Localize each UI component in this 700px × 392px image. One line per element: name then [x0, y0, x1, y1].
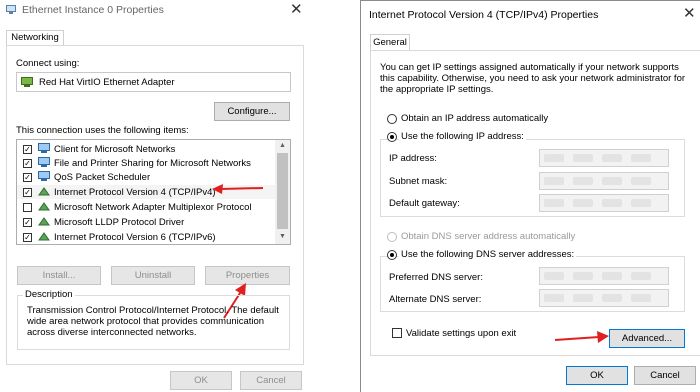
- use-following-ip-radio[interactable]: [387, 132, 397, 142]
- description-text: Transmission Control Protocol/Internet P…: [27, 305, 279, 338]
- adapter-name: Red Hat VirtIO Ethernet Adapter: [39, 77, 175, 88]
- scroll-thumb[interactable]: [277, 153, 288, 229]
- uninstall-button[interactable]: Uninstall: [111, 266, 195, 285]
- description-label: Description: [23, 289, 75, 300]
- list-item[interactable]: Microsoft Network Adapter Multiplexor Pr…: [17, 200, 275, 214]
- dialog-title: Ethernet Instance 0 Properties: [22, 4, 164, 16]
- item-checkbox[interactable]: ✓: [23, 218, 32, 227]
- network-adapter-icon: [6, 5, 16, 14]
- qos-icon: [38, 171, 50, 181]
- alternate-dns-input[interactable]: [539, 289, 669, 307]
- client-network-icon: [38, 143, 50, 153]
- cancel-button[interactable]: Cancel: [240, 371, 302, 390]
- preferred-dns-label: Preferred DNS server:: [389, 272, 483, 283]
- use-following-ip-label: Use the following IP address:: [399, 131, 526, 142]
- item-checkbox[interactable]: ✓: [23, 159, 32, 168]
- item-label: File and Printer Sharing for Microsoft N…: [54, 158, 251, 169]
- item-checkbox[interactable]: ✓: [23, 233, 32, 242]
- subnet-mask-label: Subnet mask:: [389, 176, 448, 187]
- scroll-up-arrow-icon[interactable]: ▲: [279, 142, 286, 149]
- item-label: Internet Protocol Version 6 (TCP/IPv6): [54, 232, 216, 243]
- validate-checkbox[interactable]: [392, 328, 402, 338]
- close-icon[interactable]: ✕: [683, 6, 696, 21]
- advanced-button[interactable]: Advanced...: [609, 329, 685, 348]
- item-label: Internet Protocol Version 4 (TCP/IPv4): [54, 187, 216, 198]
- annotation-arrow-ipv4: [212, 184, 264, 194]
- use-following-dns-radio[interactable]: [387, 250, 397, 260]
- list-item[interactable]: ✓ File and Printer Sharing for Microsoft…: [17, 156, 275, 170]
- adapter-icon: [21, 77, 33, 91]
- ok-button[interactable]: OK: [566, 366, 628, 385]
- obtain-dns-auto-radio[interactable]: [387, 232, 397, 242]
- item-label: Microsoft LLDP Protocol Driver: [54, 217, 185, 228]
- list-item[interactable]: ✓ QoS Packet Scheduler: [17, 170, 275, 184]
- preferred-dns-input[interactable]: [539, 267, 669, 285]
- ok-button[interactable]: OK: [170, 371, 232, 390]
- list-item[interactable]: ✓ Internet Protocol Version 6 (TCP/IPv6): [17, 230, 275, 244]
- close-icon[interactable]: ✕: [290, 2, 303, 17]
- protocol-icon: [38, 216, 50, 226]
- list-item[interactable]: ✓ Microsoft LLDP Protocol Driver: [17, 215, 275, 229]
- subnet-mask-input[interactable]: [539, 172, 669, 190]
- alternate-dns-label: Alternate DNS server:: [389, 294, 482, 305]
- validate-label: Validate settings upon exit: [406, 328, 517, 339]
- use-following-dns-label: Use the following DNS server addresses:: [399, 249, 577, 260]
- cancel-button[interactable]: Cancel: [634, 366, 696, 385]
- file-sharing-icon: [38, 157, 50, 167]
- ip-address-label: IP address:: [389, 153, 437, 164]
- dialog-title: Internet Protocol Version 4 (TCP/IPv4) P…: [369, 9, 599, 21]
- ethernet-properties-dialog: Ethernet Instance 0 Properties ✕ Network…: [0, 0, 310, 392]
- item-checkbox[interactable]: ✓: [23, 188, 32, 197]
- configure-button[interactable]: Configure...: [214, 102, 290, 121]
- ip-address-input[interactable]: [539, 149, 669, 167]
- adapter-field: Red Hat VirtIO Ethernet Adapter: [16, 72, 291, 92]
- obtain-ip-auto-radio[interactable]: [387, 114, 397, 124]
- scroll-down-arrow-icon[interactable]: ▼: [279, 233, 286, 240]
- default-gateway-input[interactable]: [539, 194, 669, 212]
- obtain-dns-auto-label: Obtain DNS server address automatically: [401, 231, 576, 242]
- item-checkbox[interactable]: ✓: [23, 173, 32, 182]
- protocol-icon: [38, 231, 50, 241]
- item-checkbox[interactable]: ✓: [23, 145, 32, 154]
- protocol-icon: [38, 201, 50, 211]
- tab-networking[interactable]: Networking: [6, 30, 64, 46]
- item-label: Client for Microsoft Networks: [54, 144, 176, 155]
- obtain-ip-auto-label: Obtain an IP address automatically: [401, 113, 549, 124]
- item-checkbox[interactable]: [23, 203, 32, 212]
- list-item[interactable]: ✓ Client for Microsoft Networks: [17, 142, 275, 156]
- annotation-arrow-advanced: [554, 331, 609, 343]
- item-label: Microsoft Network Adapter Multiplexor Pr…: [54, 202, 252, 213]
- protocol-icon: [38, 186, 50, 196]
- intro-text: You can get IP settings assigned automat…: [380, 62, 686, 95]
- vertical-scrollbar[interactable]: ▲ ▼: [275, 140, 290, 244]
- default-gateway-label: Default gateway:: [389, 198, 460, 209]
- ipv4-properties-dialog: Internet Protocol Version 4 (TCP/IPv4) P…: [360, 0, 700, 392]
- items-label: This connection uses the following items…: [16, 125, 189, 136]
- tab-general[interactable]: General: [370, 34, 410, 51]
- item-label: QoS Packet Scheduler: [54, 172, 151, 183]
- connect-using-label: Connect using:: [16, 58, 80, 69]
- install-button[interactable]: Install...: [17, 266, 101, 285]
